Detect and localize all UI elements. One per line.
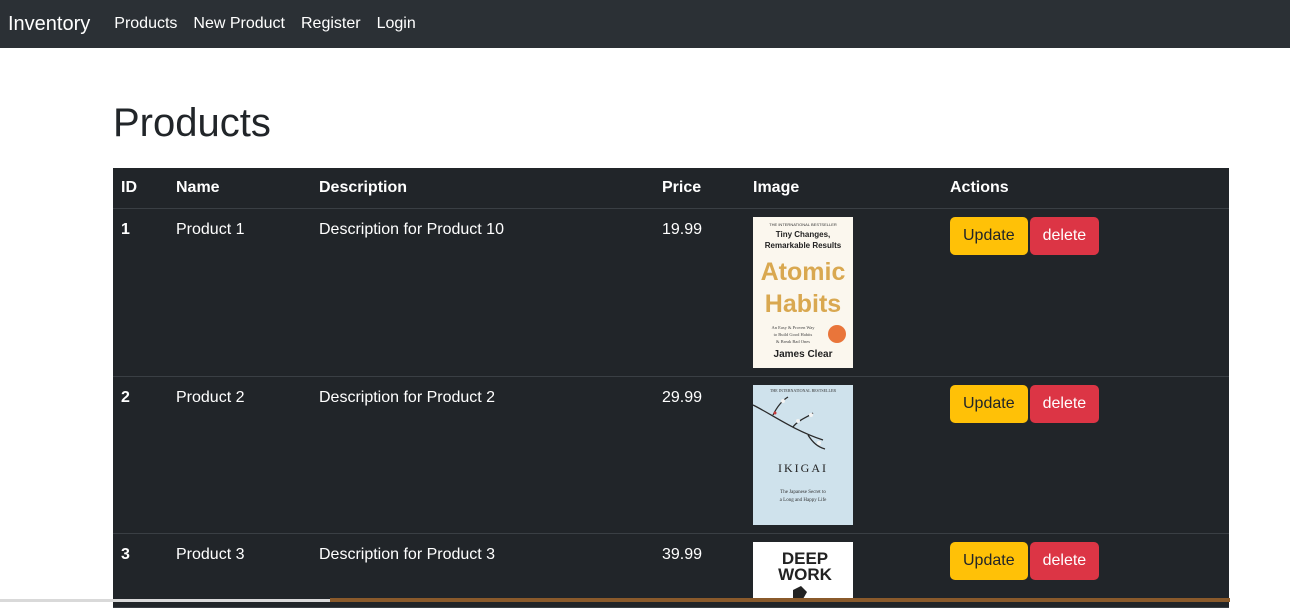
table-row: 3 Product 3 Description for Product 3 39…: [113, 533, 1229, 608]
cover-top-text: THE INTERNATIONAL BESTSELLER: [770, 388, 836, 393]
product-image-deep-work: DEEP WORK: [753, 542, 853, 599]
product-price: 29.99: [654, 376, 745, 534]
cover-tagline-1: The Japanese Secret to: [780, 490, 826, 495]
cover-subtitle-2: Remarkable Results: [765, 241, 842, 250]
update-button[interactable]: Update: [950, 542, 1028, 580]
product-actions: Update delete: [942, 376, 1229, 534]
table-row: 1 Product 1 Description for Product 10 1…: [113, 208, 1229, 377]
update-button[interactable]: Update: [950, 217, 1028, 255]
column-header-image: Image: [745, 168, 942, 209]
column-header-actions: Actions: [942, 168, 1229, 209]
column-header-description: Description: [311, 168, 654, 209]
nav-link-register[interactable]: Register: [301, 15, 361, 33]
delete-button[interactable]: delete: [1029, 217, 1100, 255]
nav-link-new-product[interactable]: New Product: [193, 15, 285, 33]
product-name: Product 1: [168, 208, 311, 377]
branch-icon: [753, 396, 826, 450]
cover-tagline-3: & Break Bad Ones: [776, 339, 810, 344]
cover-title-1: Atomic: [761, 258, 846, 286]
cover-author: James Clear: [774, 349, 833, 360]
table-header-row: ID Name Description Price Image Actions: [113, 168, 1229, 209]
nav-link-products[interactable]: Products: [114, 15, 177, 33]
update-button[interactable]: Update: [950, 385, 1028, 423]
product-description: Description for Product 10: [311, 208, 654, 377]
column-header-name: Name: [168, 168, 311, 209]
navbar: Inventory Products New Product Register …: [0, 0, 1290, 48]
cover-top-text: THE INTERNATIONAL BESTSELLER: [769, 222, 837, 227]
column-header-id: ID: [113, 168, 168, 209]
product-name: Product 3: [168, 533, 311, 608]
product-name: Product 2: [168, 376, 311, 534]
delete-button[interactable]: delete: [1029, 542, 1100, 580]
product-description: Description for Product 2: [311, 376, 654, 534]
nav-link-login[interactable]: Login: [377, 15, 416, 33]
cover-title-2: Habits: [765, 290, 841, 318]
cover-subtitle-1: Tiny Changes,: [776, 230, 831, 239]
cover-title: IKIGAI: [778, 461, 828, 475]
product-price: 39.99: [654, 533, 745, 608]
column-header-price: Price: [654, 168, 745, 209]
product-image-atomic-habits: THE INTERNATIONAL BESTSELLER Tiny Change…: [753, 217, 853, 368]
delete-button[interactable]: delete: [1029, 385, 1100, 423]
cover-tagline-2: to Build Good Habits: [774, 332, 813, 337]
table-row: 2 Product 2 Description for Product 2 29…: [113, 376, 1229, 534]
page-title: Products: [113, 101, 271, 145]
product-actions: Update delete: [942, 533, 1229, 608]
products-table: ID Name Description Price Image Actions …: [113, 168, 1229, 608]
brand-link[interactable]: Inventory: [8, 13, 90, 36]
product-id: 1: [113, 208, 168, 377]
cover-title-2: WORK: [778, 565, 833, 584]
product-id: 2: [113, 376, 168, 534]
product-image-ikigai: THE INTERNATIONAL BESTSELLER IKIGAI The …: [753, 385, 853, 525]
background-strip: [330, 598, 1230, 602]
cover-tagline-1: An Easy & Proven Way: [771, 325, 815, 330]
product-actions: Update delete: [942, 208, 1229, 377]
product-image-cell: THE INTERNATIONAL BESTSELLER IKIGAI The …: [745, 376, 942, 534]
cover-tagline-2: a Long and Happy Life: [780, 498, 827, 503]
product-id: 3: [113, 533, 168, 608]
product-price: 19.99: [654, 208, 745, 377]
cover-badge-icon: [828, 325, 846, 343]
product-description: Description for Product 3: [311, 533, 654, 608]
product-image-cell: DEEP WORK: [745, 533, 942, 608]
product-image-cell: THE INTERNATIONAL BESTSELLER Tiny Change…: [745, 208, 942, 377]
